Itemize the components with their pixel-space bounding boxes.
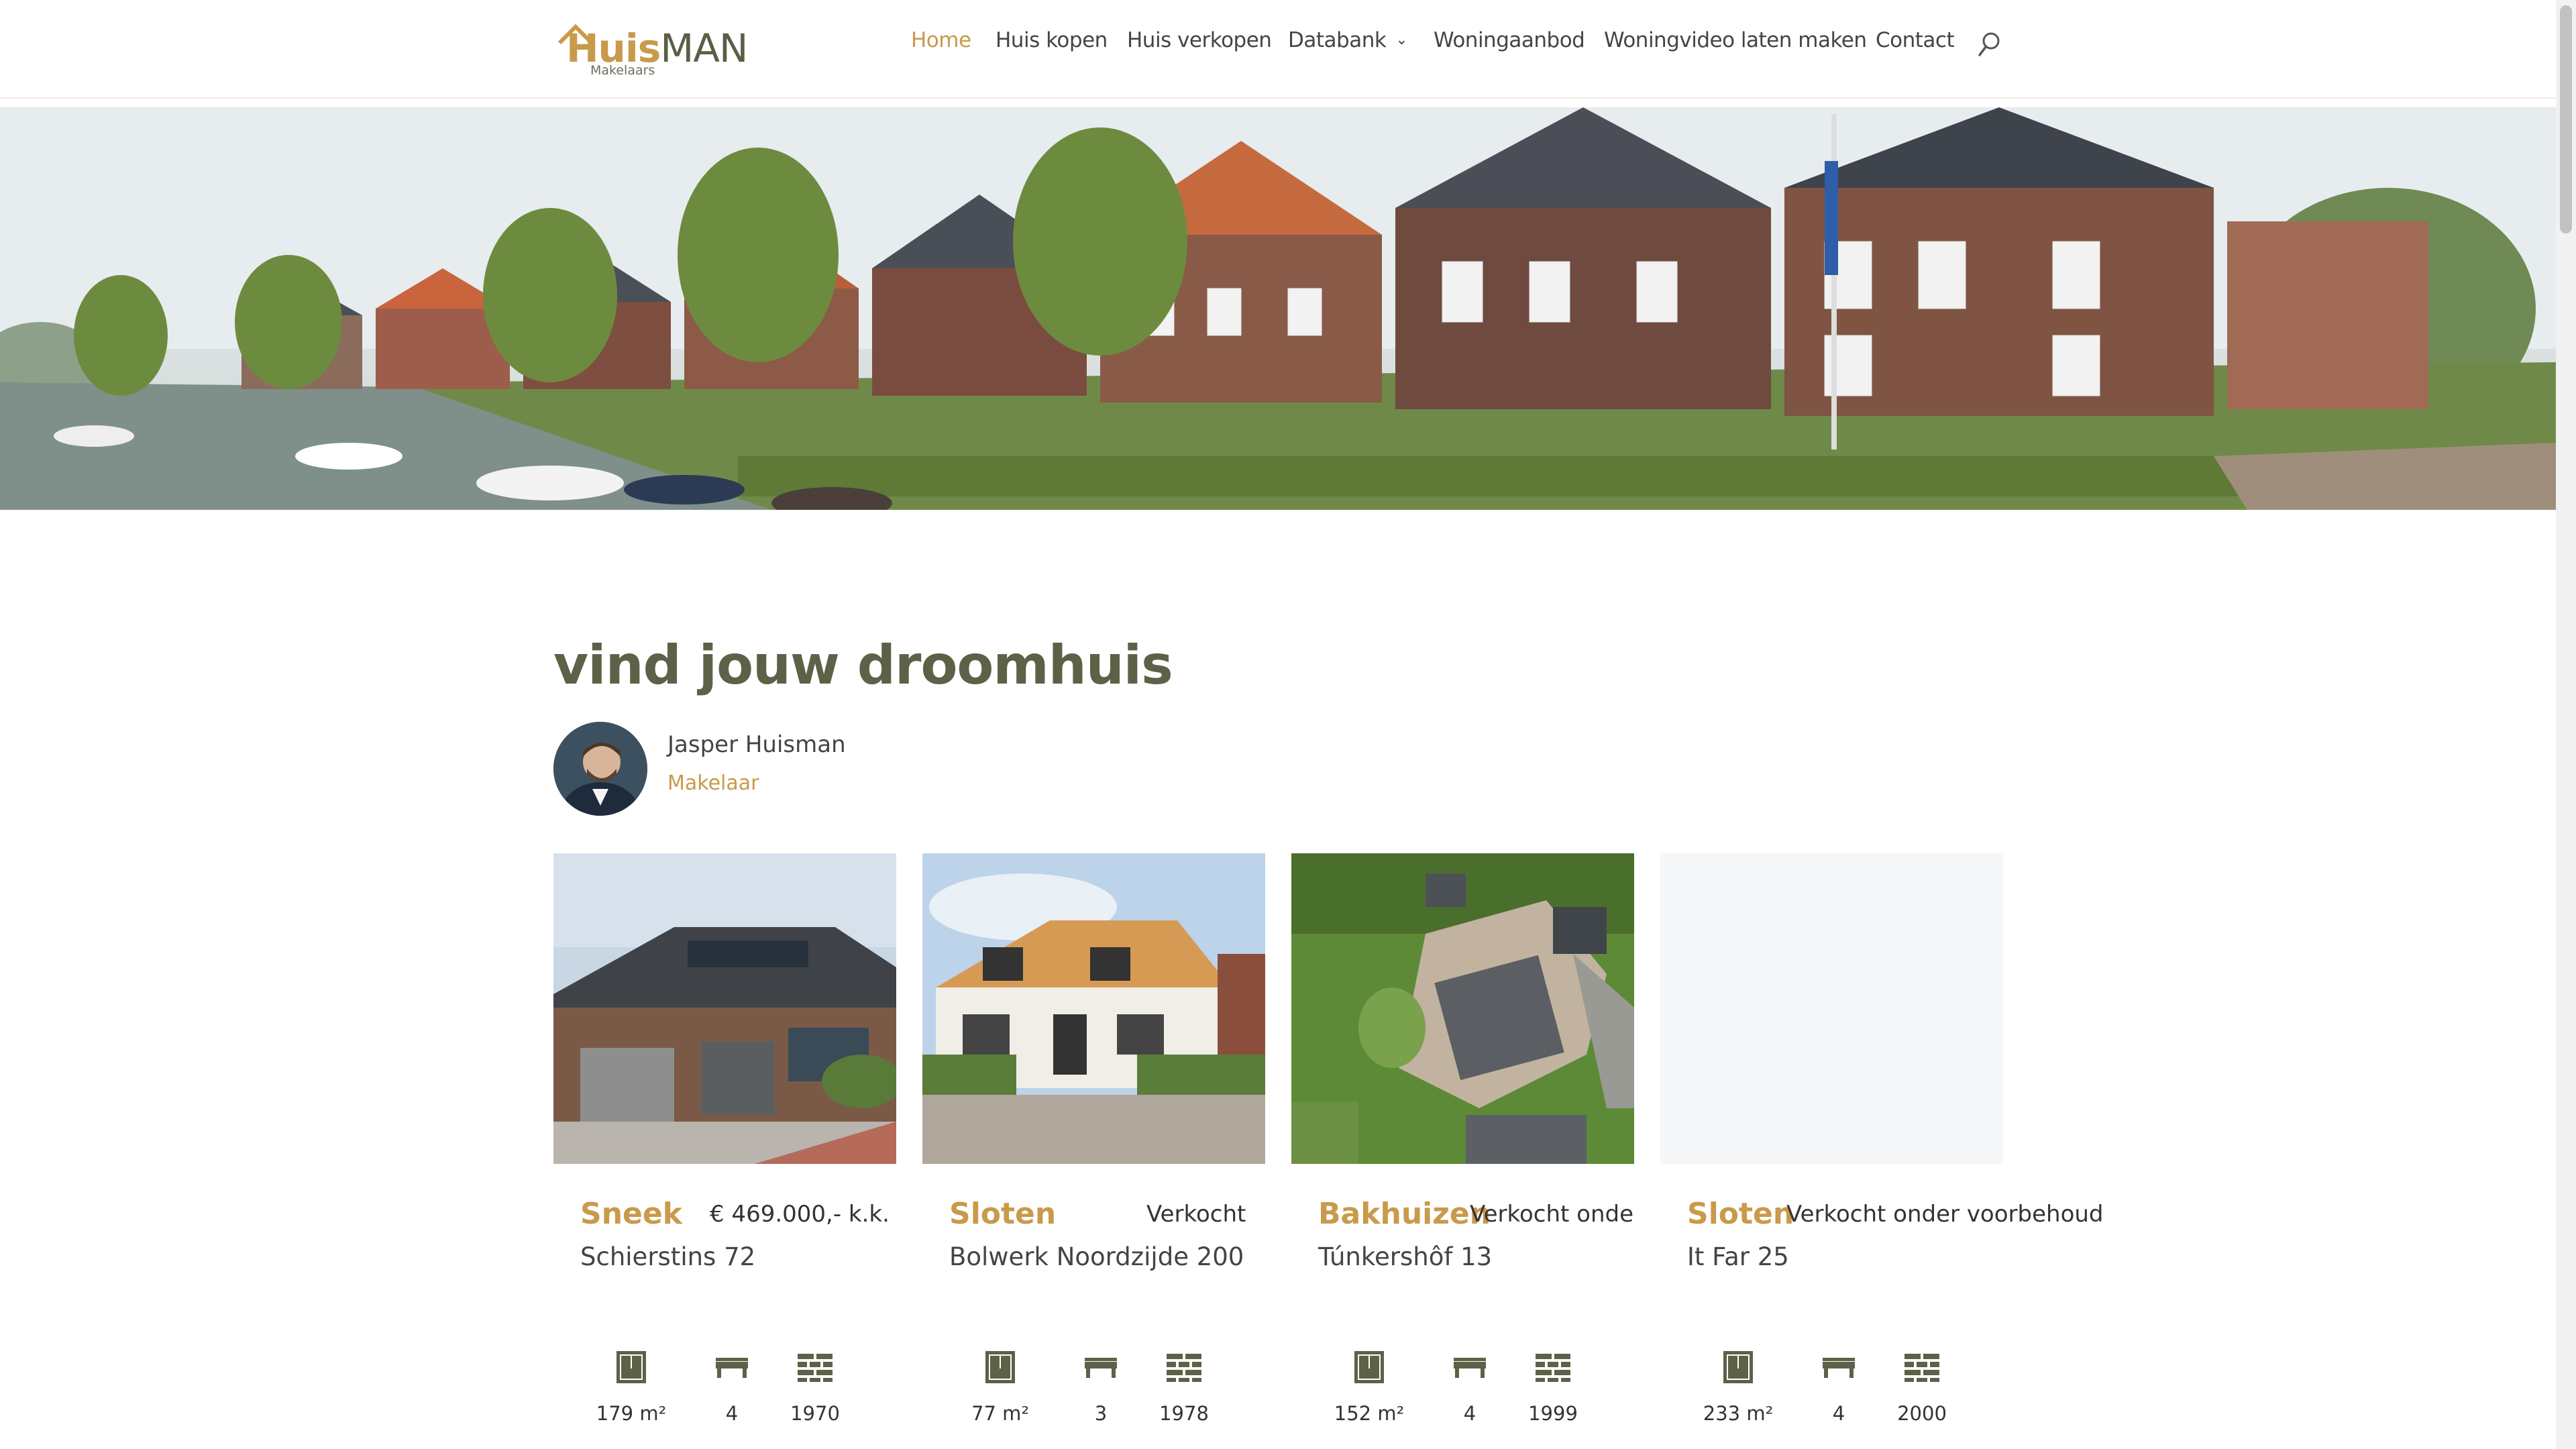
logo-subtitle: Makelaars: [590, 63, 655, 78]
listing-city[interactable]: Sloten: [1687, 1197, 1794, 1231]
build-year-value: 1970: [790, 1402, 840, 1425]
listing-photo[interactable]: [1291, 853, 1634, 1164]
build-year-icon: [1904, 1354, 1939, 1382]
bedrooms-value: 3: [1094, 1402, 1108, 1425]
agent-role: Makelaar: [667, 771, 759, 795]
nav-huis-verkopen[interactable]: Huis verkopen: [1127, 28, 1272, 52]
bedrooms-value: 4: [1463, 1402, 1477, 1425]
nav-home[interactable]: Home: [911, 28, 971, 52]
listing-address: Túnkershôf 13: [1318, 1242, 1493, 1271]
listing-photo[interactable]: [553, 853, 896, 1164]
bedrooms-value: 4: [1832, 1402, 1845, 1425]
nav-woningaanbod[interactable]: Woningaanbod: [1434, 28, 1585, 52]
listing-price: € 469.000,- k.k.: [710, 1201, 890, 1228]
listing-address: It Far 25: [1687, 1242, 1789, 1271]
listing-address: Bolwerk Noordzijde 200: [949, 1242, 1244, 1271]
agent-name: Jasper Huisman: [667, 731, 846, 758]
living-area-icon: [616, 1351, 646, 1383]
living-area-value: 152 m²: [1334, 1402, 1405, 1425]
chevron-down-icon: ⌄: [1395, 32, 1408, 48]
listing-card[interactable]: Sneek € 469.000,- k.k. Schierstins 72 17…: [553, 853, 896, 1430]
page-title: vind jouw droomhuis: [553, 634, 1173, 696]
living-area-value: 233 m²: [1703, 1402, 1774, 1425]
bedroom-icon: [1085, 1358, 1117, 1378]
listing-status: Verkocht onder voorbehoud: [1786, 1201, 2104, 1228]
site-header: HuisMAN Makelaars Home Huis kopen Huis v…: [0, 0, 2556, 99]
listing-status: Verkocht: [1146, 1201, 1246, 1228]
listing-city[interactable]: Sneek: [580, 1197, 682, 1231]
living-area-icon: [1354, 1351, 1384, 1383]
build-year-icon: [1167, 1354, 1201, 1382]
listing-city[interactable]: Sloten: [949, 1197, 1056, 1231]
nav-woningvideo[interactable]: Woningvideo laten maken: [1604, 28, 1867, 52]
nav-databank-label: Databank: [1288, 28, 1387, 52]
listing-card[interactable]: Bakhuizen Verkocht onder vo Túnkershôf 1…: [1291, 853, 1634, 1430]
listing-photo[interactable]: [922, 853, 1265, 1164]
listing-city[interactable]: Bakhuizen: [1318, 1197, 1491, 1231]
build-year-icon: [1536, 1354, 1570, 1382]
build-year-value: 1978: [1159, 1402, 1209, 1425]
build-year-icon: [798, 1354, 833, 1382]
build-year-value: 1999: [1528, 1402, 1578, 1425]
listing-photo-placeholder[interactable]: [1660, 853, 2003, 1164]
listing-status: Verkocht onder vo: [1470, 1201, 1634, 1228]
living-area-value: 179 m²: [596, 1402, 667, 1425]
living-area-icon: [1723, 1351, 1753, 1383]
living-area-value: 77 m²: [971, 1402, 1029, 1425]
listing-card[interactable]: Sloten Verkocht Bolwerk Noordzijde 200 7…: [922, 853, 1265, 1430]
listing-card[interactable]: Sloten Verkocht onder voorbehoud It Far …: [1660, 853, 2104, 1430]
living-area-icon: [985, 1351, 1015, 1383]
bedroom-icon: [1454, 1358, 1486, 1378]
scrollbar-thumb[interactable]: [2560, 5, 2572, 233]
nav-contact[interactable]: Contact: [1876, 28, 1955, 52]
search-icon[interactable]: [1976, 30, 2003, 59]
nav-huis-kopen[interactable]: Huis kopen: [996, 28, 1108, 52]
listing-address: Schierstins 72: [580, 1242, 756, 1271]
bedrooms-value: 4: [725, 1402, 739, 1425]
scrollbar[interactable]: [2556, 0, 2576, 1449]
bedroom-icon: [716, 1358, 748, 1378]
logo[interactable]: HuisMAN Makelaars: [555, 20, 748, 80]
build-year-value: 2000: [1897, 1402, 1947, 1425]
hero-image: [0, 107, 2556, 510]
avatar: [553, 722, 647, 816]
nav-databank[interactable]: Databank ⌄: [1288, 28, 1408, 52]
bedroom-icon: [1823, 1358, 1855, 1378]
